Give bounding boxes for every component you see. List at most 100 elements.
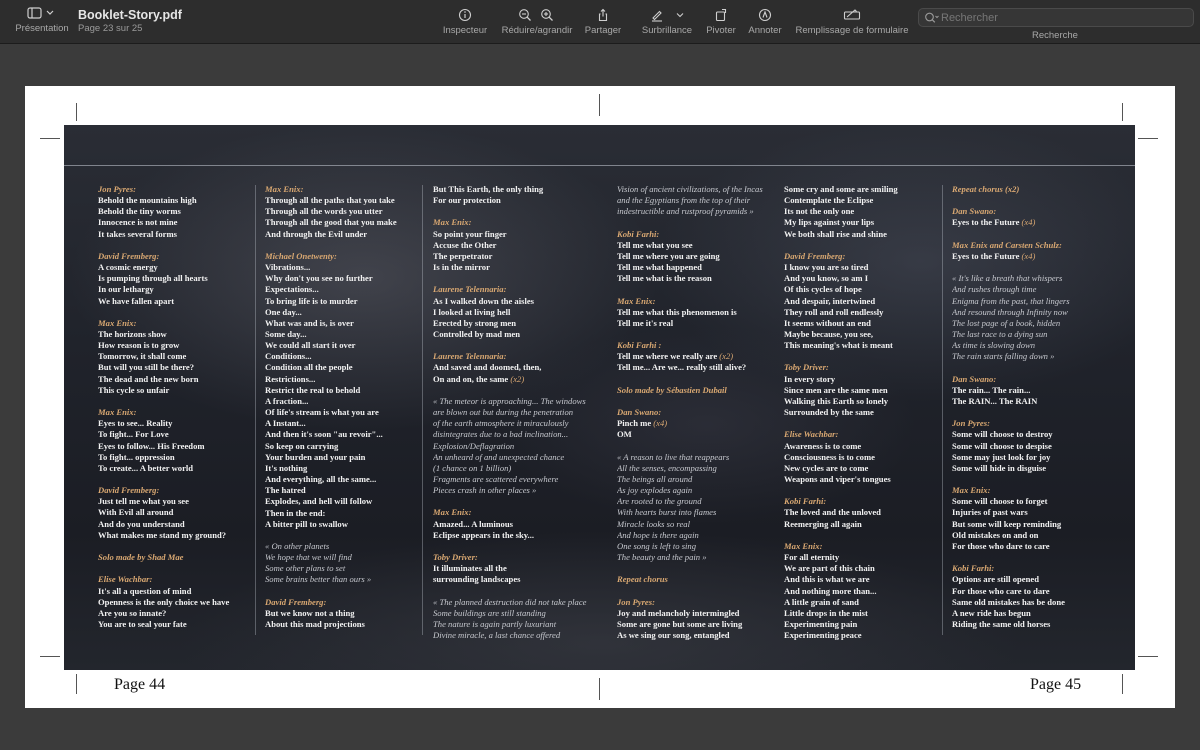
lyric-text: Some brains better than ours » — [265, 574, 372, 585]
lyric-line: Why don't you see no further — [265, 273, 430, 284]
lyric-line: For our protection — [433, 195, 598, 206]
chevron-down-icon[interactable] — [676, 11, 684, 19]
speaker-label: Solo made by Shad Mae — [98, 552, 263, 563]
lyric-line: And nothing more than... — [784, 586, 949, 597]
zoom-out-icon[interactable] — [518, 8, 532, 22]
lyric-line: Is in the mirror — [433, 262, 598, 273]
lyric-text: With hearts burst into flames — [617, 507, 717, 518]
lyric-text: Condition all the people — [265, 362, 353, 373]
inspector-button[interactable]: Inspecteur — [440, 8, 490, 36]
lyric-line: Through all the good that you make — [265, 217, 430, 228]
repeat-marker: (x4) — [651, 418, 668, 429]
search-field[interactable] — [918, 8, 1194, 27]
lyric-text: Vision of ancient civilizations, of the … — [617, 184, 763, 194]
form-fill-button[interactable]: Remplissage de formulaire — [792, 8, 912, 36]
lyric-line: Old mistakes on and on — [952, 530, 1117, 541]
lyric-text: Tell me what is the reason — [617, 273, 712, 284]
lyric-text: Solo made by Sébastien Dubail — [617, 384, 727, 395]
zoom-button[interactable]: Réduire/agrandir — [498, 8, 576, 36]
speaker-label: David Fremberg: — [784, 251, 949, 262]
lyric-line: In every story — [784, 374, 949, 385]
annotate-button[interactable]: Annoter — [745, 8, 785, 36]
lyric-line: Explodes, and hell will follow — [265, 496, 430, 507]
lyric-text: For our protection — [433, 195, 501, 206]
lyric-text: As time is slowing down — [952, 340, 1036, 351]
lyrics-column: Vision of ancient civilizations, of the … — [617, 184, 782, 641]
lyric-text: Toby Driver: — [433, 552, 478, 563]
lyric-text: Amazed... A luminous — [433, 518, 513, 529]
lyric-text: We hope that we will find — [265, 552, 352, 563]
speaker-label: Max Enix: — [98, 318, 263, 329]
lyric-line: The beings all around — [617, 474, 782, 485]
lyric-text: Kobi Farhi: — [952, 563, 995, 574]
lyric-line: Through all the words you utter — [265, 206, 430, 217]
speaker-label: David Fremberg: — [98, 251, 263, 262]
crop-mark — [599, 94, 600, 116]
lyric-text: For those who dare to care — [952, 540, 1050, 551]
crop-mark — [76, 674, 77, 694]
lyric-line: Behold the mountains high — [98, 195, 263, 206]
lyric-line: The RAIN... The RAIN — [952, 396, 1117, 407]
lyric-text: « A reason to live that reappears — [617, 451, 730, 462]
zoom-in-icon[interactable] — [540, 8, 554, 22]
lyric-text: The RAIN... The RAIN — [952, 395, 1038, 406]
lyric-line: Your burden and your pain — [265, 452, 430, 463]
lyric-text: Dan Swano: — [952, 373, 997, 384]
lyric-text: Miracle looks so real — [617, 518, 690, 529]
search-input[interactable] — [941, 10, 1181, 25]
lyric-text: And then it's soon "au revoir"... — [265, 429, 383, 440]
share-button[interactable]: Partager — [582, 8, 624, 36]
lyric-text: Are you so innate? — [98, 607, 167, 618]
lyric-text: The lost page of a book, hidden — [952, 317, 1061, 328]
lyric-text: Pinch me — [617, 418, 652, 429]
lyric-text: Controlled by mad men — [433, 329, 520, 339]
lyric-line: Erected by strong men — [433, 318, 598, 329]
lyric-line: Is pumping through all hearts — [98, 273, 263, 284]
lyric-line: I know you are so tired — [784, 262, 949, 273]
lyric-text: And you know, so am I — [784, 273, 869, 284]
lyric-line: and the Egyptians from the top of their — [617, 195, 782, 206]
lyrics-column: Max Enix: Through all the paths that you … — [265, 184, 430, 630]
lyric-line: Conditions... — [265, 351, 430, 362]
lyric-line: This cycle so unfair — [98, 385, 263, 396]
view-menu-button[interactable]: Présentation — [10, 6, 74, 34]
crop-mark — [1138, 656, 1158, 657]
lyric-line: Riding the same old horses — [952, 619, 1117, 630]
rotate-button[interactable]: Pivoter — [702, 8, 740, 36]
lyric-text: Experimenting pain — [784, 619, 858, 630]
lyric-line: But some will keep reminding — [952, 519, 1117, 530]
lyric-line: « The meteor is approaching... The windo… — [433, 396, 598, 407]
lyric-text: In every story — [784, 373, 836, 384]
lyric-text: The dead and the new born — [98, 373, 199, 384]
lyric-text: One song is left to sing — [617, 540, 697, 551]
lyric-line: The hatred — [265, 485, 430, 496]
lyric-text: It takes several forms — [98, 228, 177, 239]
lyric-line: As joy explodes again — [617, 485, 782, 496]
lyric-line: Of this cycles of hope — [784, 284, 949, 295]
lyric-text: Some buildings are still standing — [433, 607, 546, 618]
toolbar: Présentation Booklet-Story.pdf Page 23 s… — [0, 0, 1200, 44]
lyric-line: Are you so innate? — [98, 608, 263, 619]
lyric-text: New cycles are to come — [784, 462, 869, 473]
crop-mark — [1122, 674, 1123, 694]
lyric-text: It's all a question of mind — [98, 585, 192, 596]
lyric-text: I know you are so tired — [784, 262, 869, 273]
lyric-line: Some buildings are still standing — [433, 608, 598, 619]
lyric-line: I looked at living hell — [433, 307, 598, 318]
lyrics-column: Some cry and some are smiling Contemplate… — [784, 184, 949, 641]
lyric-text: So keep on carrying — [265, 440, 339, 451]
highlight-button[interactable]: Surbrillance — [638, 8, 696, 36]
document-title: Booklet-Story.pdf Page 23 sur 25 — [78, 8, 182, 34]
crop-mark — [40, 138, 60, 139]
lyric-text: To fight... oppression — [98, 451, 175, 462]
lyric-line: Weapons and viper's tongues — [784, 474, 949, 485]
zoom-label: Réduire/agrandir — [501, 25, 573, 36]
lyric-line: Some will hide in disguise — [952, 463, 1117, 474]
lyric-text: What makes me stand my ground? — [98, 529, 227, 540]
lyric-line: Its not the only one — [784, 206, 949, 217]
